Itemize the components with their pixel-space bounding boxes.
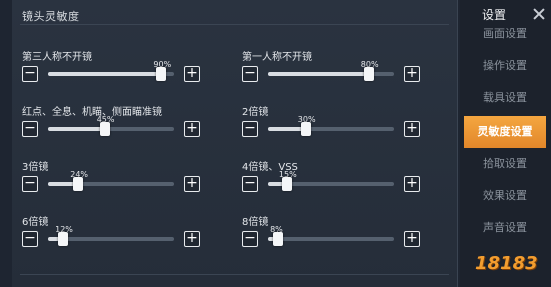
increase-button[interactable]: + (404, 66, 420, 82)
increase-button[interactable]: + (404, 176, 420, 192)
setting-label: 2倍镜 (242, 107, 269, 118)
slider-track[interactable]: 15% (268, 170, 394, 191)
slider-track[interactable]: 45% (48, 115, 174, 136)
decrease-button[interactable]: − (22, 121, 38, 137)
increase-button[interactable]: + (184, 66, 200, 82)
setting-6x-scope: 6倍镜 − 12% + (22, 213, 222, 263)
setting-2x-scope: 2倍镜 − 30% + (242, 103, 442, 153)
slider-handle[interactable] (73, 177, 84, 191)
menu-item-sound[interactable]: 声音设置 (464, 212, 546, 244)
increase-button[interactable]: + (404, 231, 420, 247)
setting-label: 8倍镜 (242, 217, 269, 228)
setting-third-person-no-scope: 第三人称不开镜 − 90% + (22, 48, 222, 98)
slider-handle[interactable] (300, 122, 311, 136)
slider-handle[interactable] (58, 232, 69, 246)
menu-item-controls[interactable]: 操作设置 (464, 50, 546, 82)
setting-label: 第一人称不开镜 (242, 52, 312, 63)
slider-fill (48, 127, 105, 131)
setting-label: 红点、全息、机瞄、侧面瞄准镜 (22, 107, 162, 118)
decrease-button[interactable]: − (242, 66, 258, 82)
decrease-button[interactable]: − (22, 66, 38, 82)
slider-track[interactable]: 90% (48, 60, 174, 81)
slider-handle[interactable] (156, 67, 167, 81)
increase-button[interactable]: + (184, 231, 200, 247)
sensitivity-panel: 镜头灵敏度 第三人称不开镜 − 90% + 第一人称不开镜 − 80% + 红点… (12, 0, 458, 287)
slider-handle[interactable] (99, 122, 110, 136)
section-title: 镜头灵敏度 (22, 10, 80, 23)
slider-track[interactable]: 24% (48, 170, 174, 191)
site-watermark-logo: 18183 (475, 253, 538, 274)
decrease-button[interactable]: − (242, 121, 258, 137)
slider-track[interactable]: 12% (48, 225, 174, 246)
slider-track[interactable]: 30% (268, 115, 394, 136)
menu-item-sensitivity[interactable]: 灵敏度设置 (464, 116, 546, 148)
setting-red-dot-holo: 红点、全息、机瞄、侧面瞄准镜 − 45% + (22, 103, 222, 153)
menu-item-pickup[interactable]: 拾取设置 (464, 148, 546, 180)
increase-button[interactable]: + (184, 121, 200, 137)
increase-button[interactable]: + (404, 121, 420, 137)
section-divider (20, 24, 449, 25)
setting-label: 6倍镜 (22, 217, 49, 228)
decrease-button[interactable]: − (242, 231, 258, 247)
setting-first-person-no-scope: 第一人称不开镜 − 80% + (242, 48, 442, 98)
setting-8x-scope: 8倍镜 − 8% + (242, 213, 442, 263)
menu-item-vehicle[interactable]: 载具设置 (464, 82, 546, 114)
slider-track[interactable]: 8% (268, 225, 394, 246)
increase-button[interactable]: + (184, 176, 200, 192)
slider-track[interactable]: 80% (268, 60, 394, 81)
menu-item-effects[interactable]: 效果设置 (464, 180, 546, 212)
slider-handle[interactable] (273, 232, 284, 246)
settings-sidebar: 设置 画面设置 操作设置 载具设置 灵敏度设置 拾取设置 效果设置 声音设置 (460, 0, 551, 287)
decrease-button[interactable]: − (242, 176, 258, 192)
setting-4x-scope-vss: 4倍镜、VSS − 15% + (242, 158, 442, 208)
setting-label: 3倍镜 (22, 162, 49, 173)
setting-3x-scope: 3倍镜 − 24% + (22, 158, 222, 208)
setting-label: 第三人称不开镜 (22, 52, 92, 63)
slider-fill (268, 72, 369, 76)
slider-handle[interactable] (363, 67, 374, 81)
decrease-button[interactable]: − (22, 231, 38, 247)
menu-item-display[interactable]: 画面设置 (464, 18, 546, 50)
slider-fill (48, 72, 162, 76)
slider-handle[interactable] (281, 177, 292, 191)
section-divider (20, 274, 449, 275)
decrease-button[interactable]: − (22, 176, 38, 192)
